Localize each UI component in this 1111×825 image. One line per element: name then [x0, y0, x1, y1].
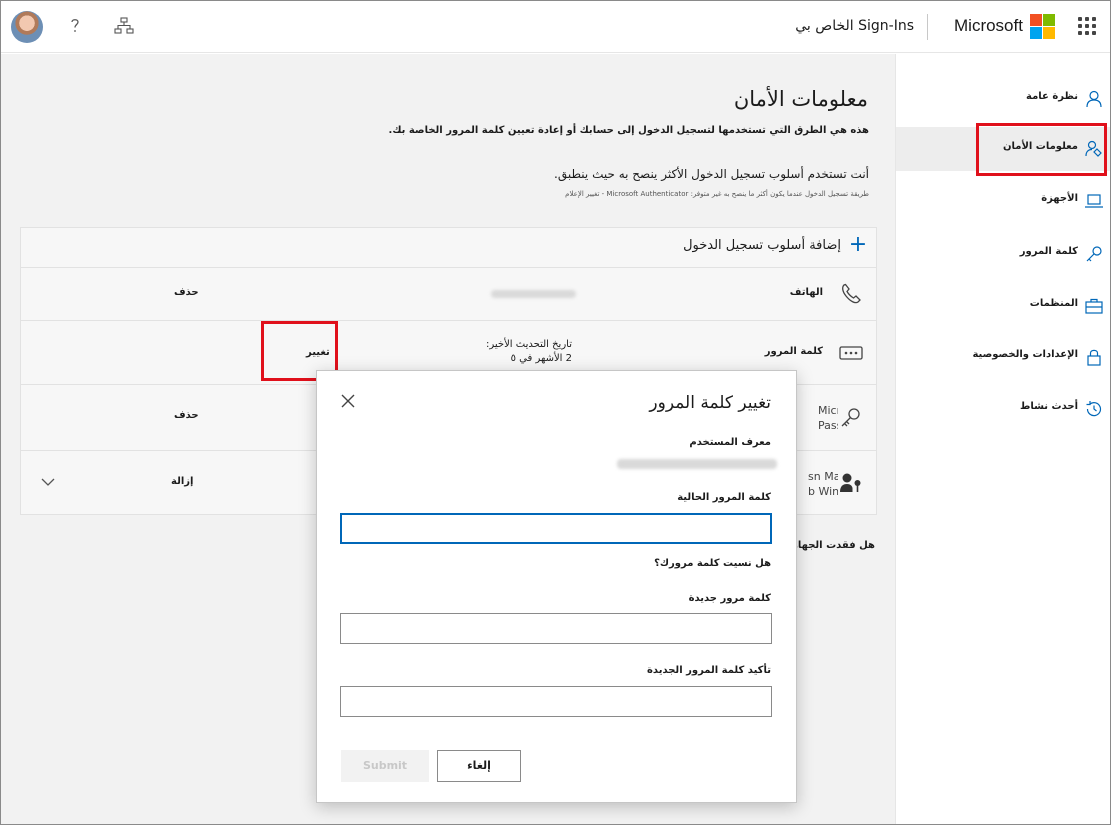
- redacted-value: [491, 290, 576, 298]
- app-window: Sign-Ins الخاص بي Microsoft معلومات الأم…: [0, 0, 1111, 825]
- remove-button[interactable]: إزالة: [171, 476, 193, 487]
- sidebar-item-label: كلمة المرور: [1019, 246, 1078, 257]
- method-label-partial: b Win: [808, 485, 838, 498]
- password-dots-icon: [839, 346, 863, 360]
- page-title: معلومات الأمان: [733, 87, 868, 111]
- help-icon[interactable]: [64, 15, 86, 37]
- briefcase-icon: [1085, 298, 1103, 314]
- add-method-row[interactable]: + إضافة أسلوب تسجيل الدخول: [21, 228, 876, 268]
- confirm-password-label: تأكيد كلمة المرور الجديدة: [647, 665, 771, 676]
- delete-button[interactable]: حذف: [174, 410, 199, 421]
- submit-button[interactable]: Submit: [341, 750, 429, 782]
- microsoft-logo-icon: [1030, 14, 1055, 39]
- sidebar-item-label: الإعدادات والخصوصية: [972, 349, 1078, 360]
- phone-icon: [842, 283, 861, 304]
- method-row-phone: الهاتف حذف: [21, 268, 876, 321]
- authenticator-icon: [841, 408, 860, 427]
- user-id-value: [617, 459, 777, 469]
- cancel-button[interactable]: إلغاء: [437, 750, 521, 782]
- lock-icon: [1087, 349, 1101, 366]
- history-icon: [1086, 401, 1102, 417]
- lost-device-link[interactable]: هل فقدت الجهاز؟: [786, 540, 875, 551]
- avatar[interactable]: [11, 11, 43, 43]
- last-updated-value: 2 الأشهر في ٥: [510, 353, 572, 364]
- user-id-label: معرف المستخدم: [689, 437, 771, 448]
- sidebar-item-organizations[interactable]: المنظمات: [896, 284, 1110, 328]
- app-title: Sign-Ins الخاص بي: [795, 18, 914, 34]
- microsoft-brand-text: Microsoft: [954, 16, 1023, 35]
- delete-button[interactable]: حذف: [174, 287, 199, 298]
- current-password-input[interactable]: [340, 513, 772, 544]
- forgot-password-link[interactable]: هل نسيت كلمة مرورك؟: [654, 558, 771, 569]
- laptop-icon: [1085, 194, 1103, 208]
- top-header: Sign-Ins الخاص بي Microsoft: [1, 1, 1110, 53]
- sidebar-item-label: الأجهزة: [1041, 193, 1078, 204]
- sidebar-item-settings-privacy[interactable]: الإعدادات والخصوصية: [896, 335, 1110, 379]
- chevron-down-icon[interactable]: [41, 477, 55, 487]
- confirm-password-input[interactable]: [340, 686, 772, 717]
- new-password-label: كلمة مرور جديدة: [688, 593, 771, 604]
- method-label: كلمة المرور: [764, 346, 823, 357]
- method-label-partial: sn Ma: [808, 470, 838, 483]
- person-key-icon: [840, 473, 861, 492]
- method-label: الهاتف: [789, 287, 823, 298]
- sidebar-item-label: نظرة عامة: [1026, 91, 1078, 102]
- default-method-note: طريقة تسجيل الدخول عندما يكون أكثر ما ين…: [565, 190, 869, 198]
- sidebar-item-label: أحدث نشاط: [1019, 401, 1078, 412]
- header-divider: [927, 14, 928, 40]
- current-password-label: كلمة المرور الحالية: [677, 492, 771, 503]
- person-icon: [1086, 90, 1102, 108]
- sidebar-item-devices[interactable]: الأجهزة: [896, 179, 1110, 223]
- app-launcher-icon[interactable]: [1078, 17, 1096, 35]
- add-method-button[interactable]: إضافة أسلوب تسجيل الدخول: [683, 238, 841, 253]
- dialog-title: تغيير كلمة المرور: [649, 393, 771, 413]
- default-method-text: أنت تستخدم أسلوب تسجيل الدخول الأكثر ينص…: [554, 167, 869, 181]
- method-label-partial: Micro: [818, 404, 838, 417]
- highlight-security-info: [976, 123, 1107, 176]
- close-icon[interactable]: [338, 391, 358, 411]
- sidebar-item-recent-activity[interactable]: أحدث نشاط: [896, 387, 1110, 431]
- sidebar-item-label: المنظمات: [1029, 298, 1078, 309]
- page-description: هذه هي الطرق التي تستخدمها لتسجيل الدخول…: [388, 125, 869, 136]
- method-label-partial: Passv: [818, 419, 838, 432]
- last-updated-label: تاريخ التحديث الأخير:: [486, 339, 572, 350]
- change-password-dialog: تغيير كلمة المرور معرف المستخدم كلمة الم…: [316, 370, 797, 803]
- sidebar-item-overview[interactable]: نظرة عامة: [896, 77, 1110, 121]
- key-icon: [1086, 246, 1102, 262]
- org-chart-icon[interactable]: [113, 15, 135, 37]
- new-password-input[interactable]: [340, 613, 772, 644]
- plus-icon[interactable]: +: [848, 234, 868, 256]
- sidebar-item-password[interactable]: كلمة المرور: [896, 232, 1110, 276]
